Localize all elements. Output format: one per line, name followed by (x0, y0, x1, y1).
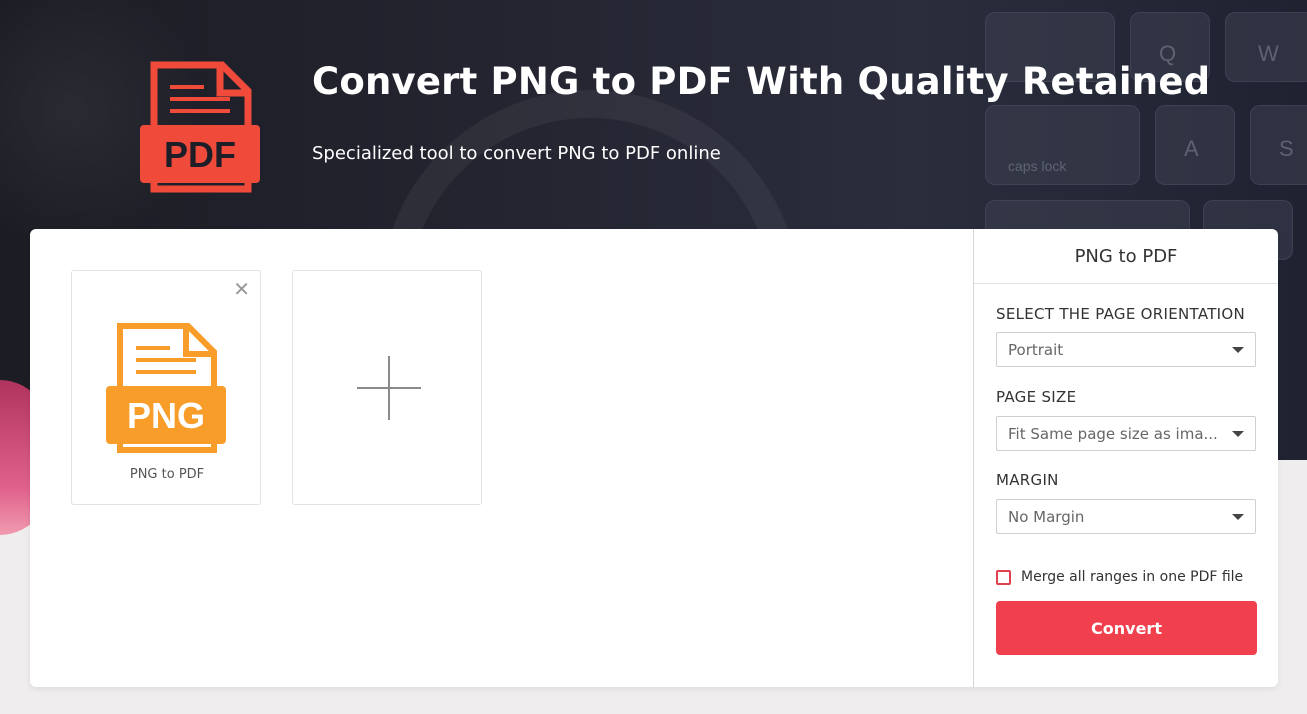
svg-text:PNG: PNG (127, 395, 205, 436)
page-size-select[interactable]: Fit Same page size as ima... (996, 416, 1256, 451)
convert-button[interactable]: Convert (996, 601, 1257, 655)
pdf-document-icon: PDF (140, 61, 260, 193)
sidebar-title: PNG to PDF (974, 229, 1278, 284)
file-card[interactable]: ✕ PNG PNG to PDF (71, 270, 261, 505)
add-file-button[interactable] (292, 270, 482, 505)
orientation-select[interactable]: Portrait (996, 332, 1256, 367)
merge-label: Merge all ranges in one PDF file (1021, 569, 1244, 585)
keyboard-background: Q W caps lock A S (985, 0, 1307, 260)
close-icon[interactable]: ✕ (233, 279, 250, 299)
chevron-down-icon (1232, 431, 1244, 437)
settings-sidebar: PNG to PDF SELECT THE PAGE ORIENTATION P… (973, 229, 1278, 687)
margin-label: MARGIN (996, 471, 1059, 489)
page-subtitle: Specialized tool to convert PNG to PDF o… (312, 143, 721, 164)
svg-text:PDF: PDF (164, 134, 236, 175)
merge-option[interactable]: Merge all ranges in one PDF file (996, 569, 1243, 585)
converter-panel: ✕ PNG PNG to PDF PNG to PDF SELECT THE P… (30, 229, 1278, 687)
chevron-down-icon (1232, 347, 1244, 353)
chevron-down-icon (1232, 514, 1244, 520)
page-size-label: PAGE SIZE (996, 388, 1077, 406)
page-title: Convert PNG to PDF With Quality Retained (312, 60, 1211, 103)
png-document-icon: PNG (106, 323, 226, 453)
margin-select[interactable]: No Margin (996, 499, 1256, 534)
page-size-value: Fit Same page size as ima... (1008, 424, 1218, 443)
plus-icon-vertical (388, 356, 390, 420)
margin-value: No Margin (1008, 507, 1085, 526)
file-name: PNG to PDF (129, 467, 205, 482)
orientation-value: Portrait (1008, 340, 1064, 359)
orientation-label: SELECT THE PAGE ORIENTATION (996, 305, 1246, 323)
merge-checkbox[interactable] (996, 569, 1011, 585)
